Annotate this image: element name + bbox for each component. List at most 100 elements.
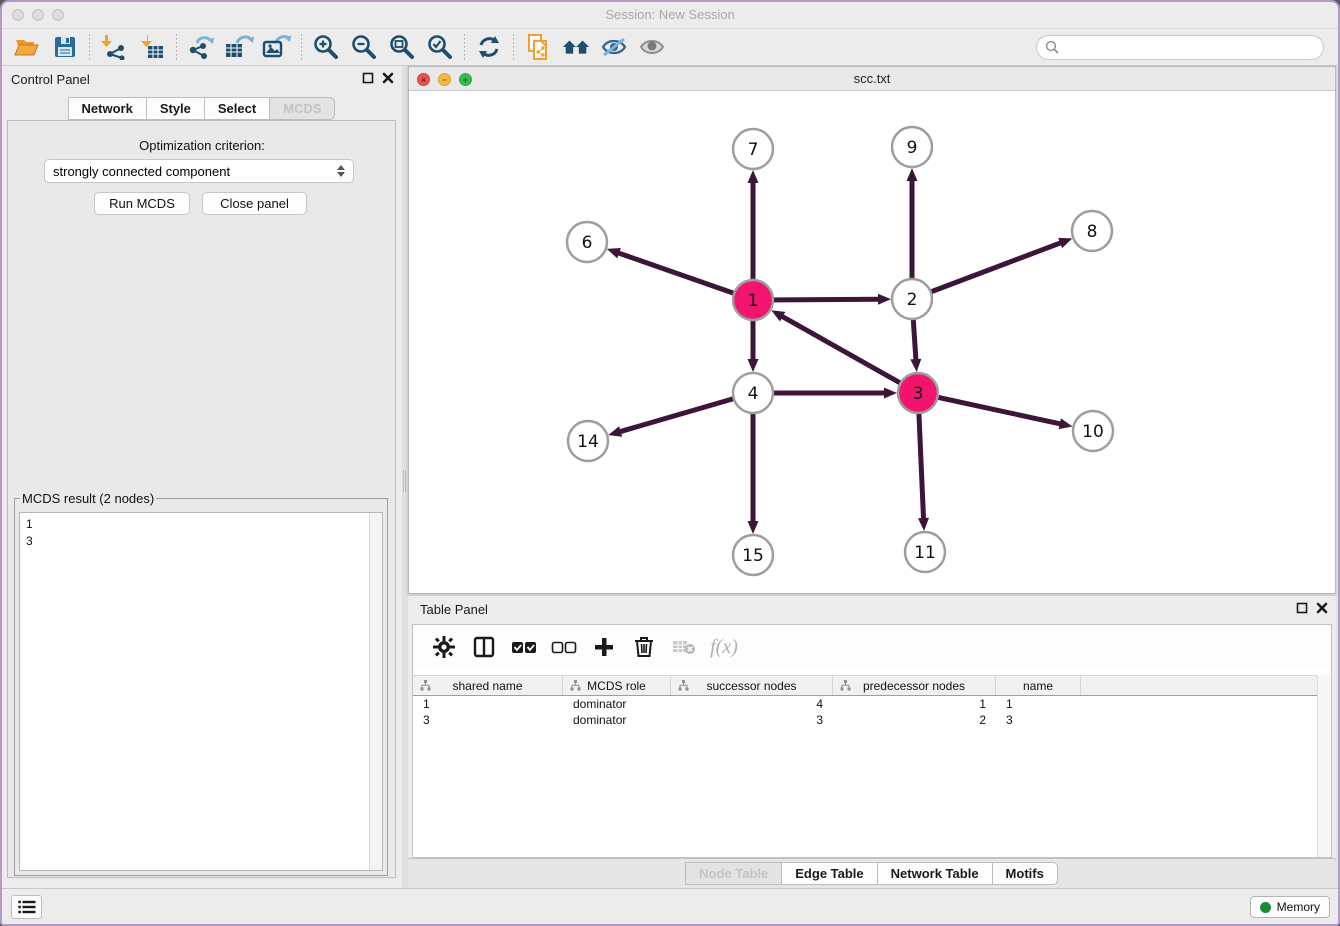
table-row[interactable]: 3dominator323 [413,712,1317,728]
memory-button[interactable]: Memory [1250,896,1330,918]
title-bar: Session: New Session [2,2,1338,28]
network-view-window: × − + scc.txt 7968124314101511 [408,66,1336,594]
result-scrollbar[interactable] [369,513,382,870]
control-panel: Control Panel NetworkStyleSelectMCDS Opt… [2,66,402,888]
graph-node-label: 8 [1087,222,1098,242]
float-panel-icon[interactable] [362,72,374,84]
mcds-result-line: 1 [26,516,376,533]
graph-edge-arrowhead [878,294,891,305]
control-panel-tab[interactable]: Style [146,97,205,120]
table-row[interactable]: 1dominator411 [413,696,1317,712]
graph-edge-1-6[interactable] [617,253,753,300]
add-column-icon[interactable] [591,634,617,660]
network-canvas[interactable]: 7968124314101511 [409,91,1335,593]
search-box[interactable] [1036,35,1324,60]
control-panel-title: Control Panel [11,72,90,87]
control-panel-tab[interactable]: MCDS [269,97,335,120]
table-header-row: shared nameMCDS rolesuccessor nodesprede… [413,675,1317,696]
float-table-panel-icon[interactable] [1296,602,1308,614]
close-panel-button[interactable]: Close panel [202,192,307,215]
graph-edge-3-1[interactable] [781,316,918,393]
window-title: Session: New Session [2,7,1338,22]
delete-table-icon [671,634,697,660]
graph-edge-3-10[interactable] [918,393,1062,424]
search-icon [1045,40,1059,54]
export-image-icon[interactable] [262,33,292,61]
graph-edge-arrowhead [1059,418,1073,429]
table-tab[interactable]: Motifs [992,862,1058,885]
control-panel-tab[interactable]: Select [204,97,270,120]
delete-icon[interactable] [631,634,657,660]
split-column-icon[interactable] [471,634,497,660]
table-scrollbar[interactable] [1317,675,1331,857]
export-network-icon[interactable] [186,33,216,61]
import-network-icon[interactable] [99,33,129,61]
column-header-name[interactable]: name [996,676,1081,695]
close-panel-icon[interactable] [382,72,394,84]
graph-edge-arrowhead [910,359,921,372]
zoom-out-icon[interactable] [349,33,379,61]
column-header-MCDS-role[interactable]: MCDS role [563,676,671,695]
zoom-in-icon[interactable] [311,33,341,61]
main-toolbar [2,28,1338,66]
memory-label: Memory [1277,900,1320,914]
graph-node-label: 4 [748,384,759,404]
gear-icon[interactable] [431,634,457,660]
dropdown-stepper-icon [337,165,345,177]
refresh-layout-icon[interactable] [474,33,504,61]
toolbar-separator [513,34,514,60]
table-tabs-strip: Node TableEdge TableNetwork TableMotifs [408,858,1336,888]
export-table-icon[interactable] [224,33,254,61]
table-body: 1dominator4113dominator323 [413,696,1317,728]
network-window-titlebar[interactable]: × − + scc.txt [409,67,1335,91]
table-tab[interactable]: Network Table [877,862,993,885]
graph-node-label: 2 [907,290,918,310]
status-bar: Memory [2,888,1338,924]
run-mcds-button[interactable]: Run MCDS [94,192,190,215]
toolbar-separator [301,34,302,60]
node-table: shared nameMCDS rolesuccessor nodesprede… [413,675,1317,728]
open-file-icon[interactable] [12,33,42,61]
graph-node-label: 9 [907,138,918,158]
deselect-all-icon[interactable] [551,634,577,660]
mcds-result-area[interactable]: 13 [19,512,383,871]
show-all-icon[interactable] [637,33,667,61]
select-all-icon[interactable] [511,634,537,660]
table-tab[interactable]: Edge Table [781,862,877,885]
copy-network-icon[interactable] [523,33,553,61]
toolbar-separator [464,34,465,60]
control-panel-tab[interactable]: Network [68,97,147,120]
graph-node-label: 1 [748,291,759,311]
control-panel-tabs: NetworkStyleSelectMCDS [2,97,402,120]
criterion-dropdown[interactable]: strongly connected component [44,159,354,183]
column-header-successor-nodes[interactable]: successor nodes [671,676,833,695]
graph-edge-arrowhead [1058,238,1072,248]
save-session-icon[interactable] [50,33,80,61]
graph-edge-2-8[interactable] [912,242,1062,299]
first-neighbors-icon[interactable] [561,33,591,61]
toolbar-separator [89,34,90,60]
graph-node-label: 10 [1082,422,1104,442]
graph-node-label: 14 [577,432,599,452]
table-panel-header: Table Panel [408,596,1336,624]
memory-status-icon [1260,902,1271,913]
hide-selected-icon[interactable] [599,33,629,61]
mcds-result-title: MCDS result (2 nodes) [20,491,156,506]
graph-node-label: 6 [582,233,593,253]
close-table-panel-icon[interactable] [1316,602,1328,614]
zoom-fit-icon[interactable] [387,33,417,61]
task-history-button[interactable] [11,895,42,919]
network-window-title: scc.txt [409,71,1335,86]
graph-edge-arrowhead [608,426,622,437]
column-header-predecessor-nodes[interactable]: predecessor nodes [833,676,996,695]
table-tab[interactable]: Node Table [685,862,782,885]
column-header-shared-name[interactable]: shared name [413,676,563,695]
toolbar-separator [176,34,177,60]
list-icon [18,900,36,914]
mcds-result-group: MCDS result (2 nodes) 13 [14,491,388,876]
import-table-icon[interactable] [137,33,167,61]
graph-edge-arrowhead [918,518,929,531]
criterion-value: strongly connected component [53,164,230,179]
zoom-selected-icon[interactable] [425,33,455,61]
search-input[interactable] [1064,40,1315,55]
